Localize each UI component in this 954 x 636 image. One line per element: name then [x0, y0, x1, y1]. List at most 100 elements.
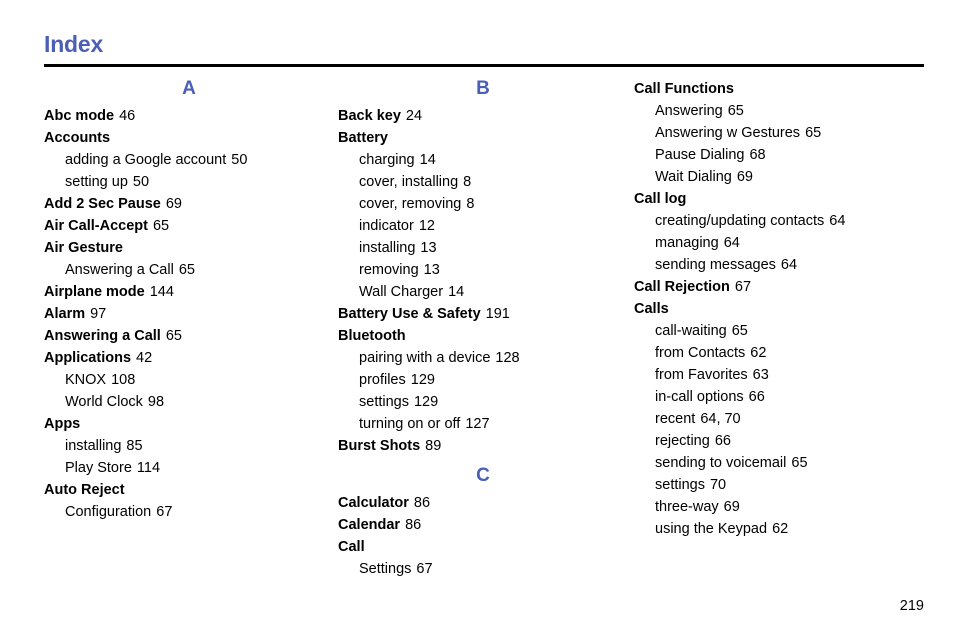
index-entry-term: Pause Dialing: [655, 147, 745, 163]
index-entry-term: using the Keypad: [655, 521, 768, 537]
index-entry-main: Calculator 86: [338, 492, 628, 514]
letter-heading-c: C: [476, 465, 490, 486]
index-entry-pages: 66: [748, 389, 765, 405]
index-entry-pages: 64, 70: [700, 411, 741, 427]
index-entry-term: KNOX: [65, 372, 107, 388]
index-entry-term: Calculator: [338, 495, 409, 511]
index-entry-main: Calendar 86: [338, 514, 628, 536]
index-entry-sub: using the Keypad 62: [634, 518, 924, 540]
index-entry-term: recent: [655, 411, 696, 427]
index-entry-term: indicator: [359, 218, 414, 234]
index-entry-pages: 89: [425, 438, 442, 454]
index-entry-pages: 86: [413, 495, 431, 511]
index-entry-term: Call: [338, 539, 365, 555]
index-entry-pages: 64: [829, 213, 846, 229]
index-entry-sub: Pause Dialing 68: [634, 144, 924, 166]
index-entry-term: settings: [655, 477, 705, 493]
index-entry-pages: 97: [90, 306, 107, 322]
index-entry-sub: settings 129: [338, 391, 628, 413]
index-column-3: Call Functions Answering 65 Answering w Ges…: [634, 78, 924, 540]
index-entry-term: adding a Google account: [65, 152, 227, 168]
index-entry-pages: 14: [448, 284, 465, 300]
index-entry-term: World Clock: [65, 394, 143, 410]
index-entry-term: Wall Charger: [359, 284, 444, 300]
index-entry-sub: rejecting 66: [634, 430, 924, 452]
index-entry-main: Accounts: [44, 127, 334, 149]
index-entry-main: Bluetooth: [338, 325, 628, 347]
index-entry-pages: 42: [136, 350, 153, 366]
index-entry-term: removing: [359, 262, 419, 278]
index-entry-term: pairing with a device: [359, 350, 491, 366]
index-entry-pages: 62: [772, 521, 789, 537]
index-entries-column-1: Abc mode 46 Accounts adding a Google accoun…: [44, 105, 334, 523]
index-entry-pages: 66: [714, 433, 731, 449]
index-entry-pages: 65: [178, 262, 195, 278]
index-entry-pages: 8: [466, 196, 475, 212]
index-entry-term: cover, removing: [359, 196, 462, 212]
letter-heading-a: A: [182, 78, 196, 99]
index-entry-pages: 69: [165, 196, 182, 212]
index-entry-term: Settings: [359, 561, 412, 577]
index-entry-term: cover, installing: [359, 174, 459, 190]
index-entry-main: Applications 42: [44, 347, 334, 369]
page-title: Index: [44, 31, 104, 57]
index-entry-term: Call Functions: [634, 81, 734, 97]
index-entry-main: Battery: [338, 127, 628, 149]
index-entry-pages: 69: [723, 499, 740, 515]
index-entry-sub: sending to voicemail 65: [634, 452, 924, 474]
index-entry-pages: 13: [420, 240, 437, 256]
index-entry-term: profiles: [359, 372, 406, 388]
index-entry-sub: creating/updating contacts 64: [634, 210, 924, 232]
index-entry-pages: 64: [780, 257, 798, 273]
index-entry-sub: call-waiting 65: [634, 320, 924, 342]
index-entry-main: Answering a Call 65: [44, 325, 334, 347]
index-entry-term: Call log: [634, 191, 687, 207]
index-entry-term: Apps: [44, 416, 81, 432]
index-page: Index A Abc mode 46 Accounts adding a Googl…: [0, 0, 954, 636]
index-entry-term: from Contacts: [655, 345, 746, 361]
index-entry-sub: recent 64, 70: [634, 408, 924, 430]
index-entry-main: Call log: [634, 188, 924, 210]
index-entries-column-2: Back key 24 Battery charging 14 cover, instal…: [338, 105, 628, 457]
index-entry-main: Auto Reject: [44, 479, 334, 501]
index-entry-term: Add 2 Sec Pause: [44, 196, 161, 212]
index-entry-sub: installing 85: [44, 435, 334, 457]
index-entry-sub: World Clock 98: [44, 391, 334, 413]
index-entry-sub: installing 13: [338, 237, 628, 259]
index-entry-term: Back key: [338, 108, 401, 124]
index-entry-term: managing: [655, 235, 719, 251]
index-entry-term: turning on or off: [359, 416, 461, 432]
index-entry-pages: 128: [495, 350, 520, 366]
index-entry-pages: 65: [152, 218, 170, 234]
index-entry-sub: Play Store 114: [44, 457, 334, 479]
index-entry-pages: 65: [805, 125, 822, 141]
index-entry-main: Burst Shots 89: [338, 435, 628, 457]
index-entry-pages: 62: [750, 345, 767, 361]
title-divider: [44, 64, 924, 67]
index-entry-term: Air Call-Accept: [44, 218, 148, 234]
index-entries-column-2-after: Calculator 86 Calendar 86 Call Settings 67: [338, 492, 628, 580]
index-entry-term: three-way: [655, 499, 719, 515]
index-entry-sub: adding a Google account 50: [44, 149, 334, 171]
index-entry-pages: 64: [723, 235, 740, 251]
index-entry-term: Answering a Call: [65, 262, 174, 278]
index-entry-term: Burst Shots: [338, 438, 421, 454]
index-entry-pages: 191: [485, 306, 510, 322]
index-entry-pages: 68: [749, 147, 766, 163]
index-entry-main: Abc mode 46: [44, 105, 334, 127]
index-entry-sub: KNOX 108: [44, 369, 334, 391]
index-column-1: A Abc mode 46 Accounts adding a Google acco…: [44, 78, 334, 523]
index-entry-sub: cover, installing 8: [338, 171, 628, 193]
index-entry-main: Apps: [44, 413, 334, 435]
index-entry-pages: 65: [731, 323, 748, 339]
index-entry-pages: 12: [418, 218, 435, 234]
index-entry-term: Bluetooth: [338, 328, 406, 344]
index-entry-pages: 67: [156, 504, 173, 520]
index-entry-pages: 86: [405, 517, 422, 533]
index-entry-term: sending messages: [655, 257, 776, 273]
index-entry-term: Answering w Gestures: [655, 125, 801, 141]
letter-heading-b: B: [476, 78, 490, 99]
index-entry-pages: 65: [165, 328, 182, 344]
index-entry-pages: 129: [410, 372, 435, 388]
index-entry-pages: 8: [463, 174, 472, 190]
